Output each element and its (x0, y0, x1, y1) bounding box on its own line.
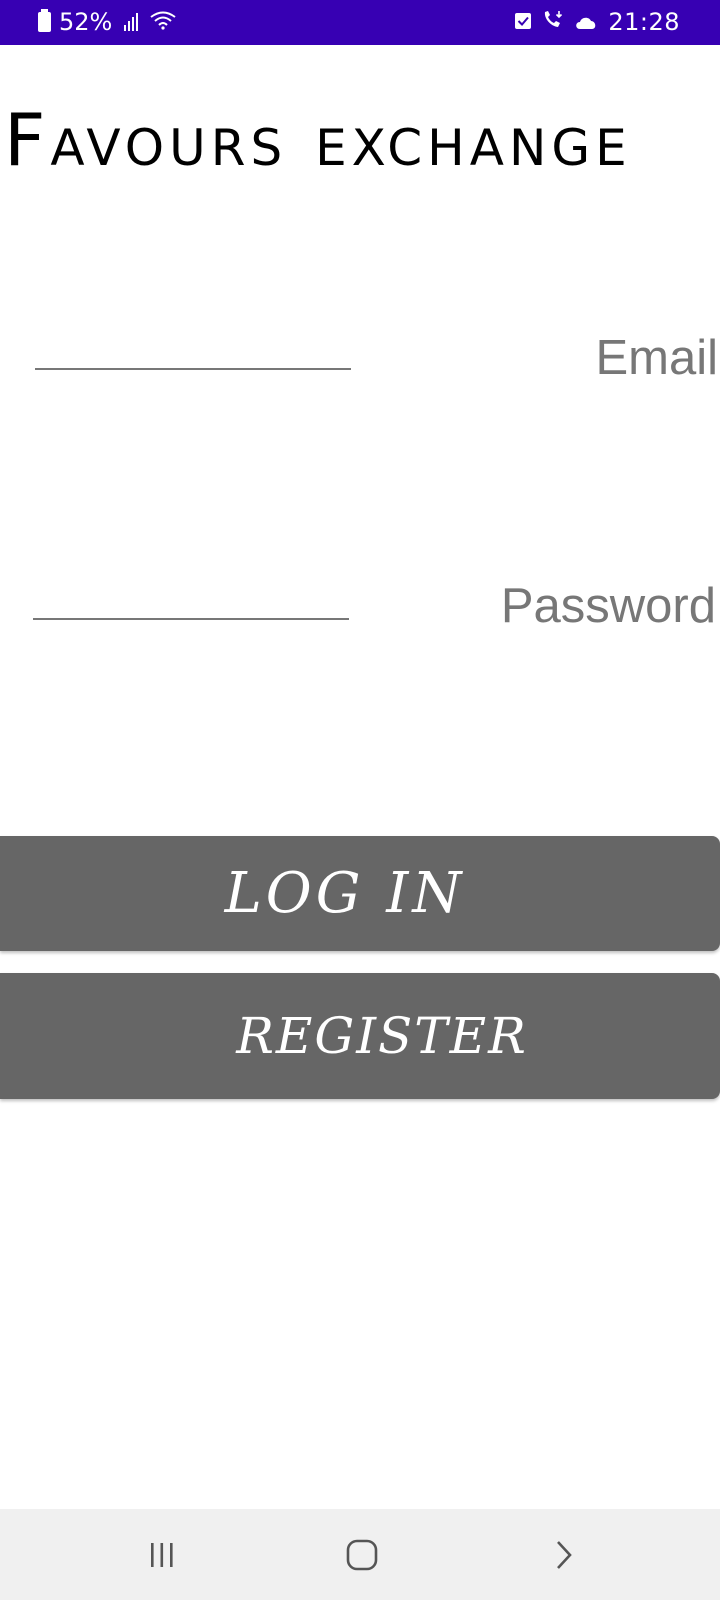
login-button[interactable]: LOG IN (0, 836, 720, 951)
wifi-call-icon (542, 8, 564, 36)
home-button[interactable] (338, 1531, 386, 1579)
wifi-icon (150, 8, 176, 36)
status-bar-left: 52% (38, 8, 176, 36)
back-button[interactable] (540, 1531, 588, 1579)
signal-icon (124, 13, 139, 31)
password-input-underline[interactable] (33, 618, 349, 620)
register-button-label: REGISTER (236, 1007, 528, 1065)
recent-apps-button[interactable] (138, 1531, 186, 1579)
recent-apps-icon (151, 1543, 173, 1567)
status-bar-right: 21:28 (514, 8, 680, 36)
register-button[interactable]: REGISTER (0, 973, 720, 1099)
clock: 21:28 (608, 8, 680, 36)
back-icon (557, 1541, 572, 1569)
status-bar: 52% 21:28 (0, 0, 720, 45)
system-navigation-bar (0, 1509, 720, 1600)
home-icon (346, 1539, 378, 1571)
login-screen: 52% 21:28 Favours exchange Email Passwor… (0, 0, 720, 1600)
app-title: Favours exchange (4, 98, 632, 182)
password-label: Password (500, 579, 716, 633)
cloud-icon (574, 8, 598, 36)
login-button-label: LOG IN (224, 861, 466, 926)
email-input-underline[interactable] (35, 368, 351, 370)
battery-percentage: 52% (59, 8, 113, 36)
email-label: Email (595, 331, 718, 385)
battery-icon (38, 9, 51, 32)
checkbox-notification-icon (514, 8, 532, 36)
